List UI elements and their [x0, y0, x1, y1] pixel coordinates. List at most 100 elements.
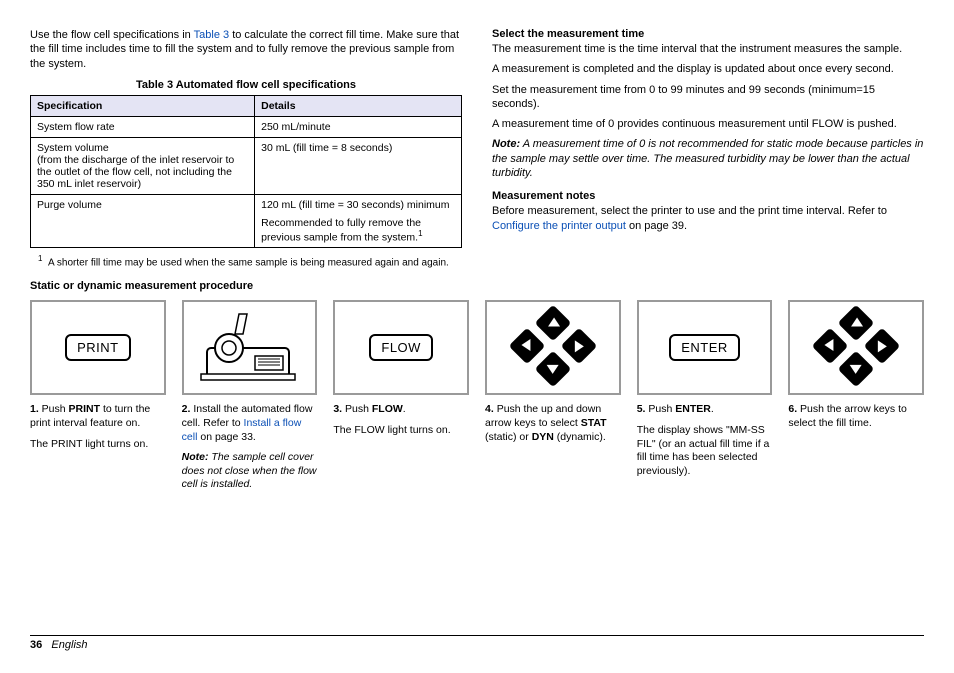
step-3-text-2: The FLOW light turns on. — [333, 424, 469, 438]
body-paragraph: A measurement is completed and the displ… — [492, 62, 924, 76]
body-paragraph: Before measurement, select the printer t… — [492, 204, 924, 233]
step-2-text: 2. Install the automated flow cell. Refe… — [182, 403, 318, 444]
body-paragraph: Set the measurement time from 0 to 99 mi… — [492, 83, 924, 112]
details-line: 120 mL (fill time = 30 seconds) minimum — [261, 199, 455, 211]
t: Push the arrow keys to select the fill t… — [788, 403, 906, 429]
arrow-keys-icon — [811, 308, 901, 388]
spec-cell: System flow rate — [31, 116, 255, 137]
t: (dynamic). — [554, 431, 606, 443]
step-1-text: 1. Push PRINT to turn the print interval… — [30, 403, 166, 430]
text-a: Before measurement, select the printer t… — [492, 205, 887, 217]
page-footer: 36 English — [30, 635, 924, 651]
arrow-up-icon — [838, 304, 875, 341]
t: (static) or — [485, 431, 532, 443]
step-3-text: 3. Push FLOW. — [333, 403, 469, 417]
arrow-left-icon — [508, 327, 545, 364]
procedure-steps-row: PRINT 1. Push PRINT to turn the print in… — [30, 300, 924, 499]
table-header-row: Specification Details — [31, 95, 462, 116]
step-5-text: 5. Push ENTER. — [637, 403, 773, 417]
t: FLOW — [372, 403, 403, 415]
step-4-illustration — [485, 300, 621, 395]
details-text: Recommended to fully remove the previous… — [261, 217, 421, 244]
t: . — [711, 403, 714, 415]
step-number: 4. — [485, 403, 494, 415]
intro-paragraph: Use the flow cell specifications in Tabl… — [30, 28, 462, 71]
two-column-layout: Use the flow cell specifications in Tabl… — [30, 28, 924, 294]
body-paragraph: A measurement time of 0 provides continu… — [492, 117, 924, 131]
arrow-keys-icon — [508, 308, 598, 388]
configure-printer-link[interactable]: Configure the printer output — [492, 220, 626, 232]
step-3: FLOW 3. Push FLOW. The FLOW light turns … — [333, 300, 469, 499]
body-paragraph: The measurement time is the time interva… — [492, 42, 924, 56]
step-5-text-2: The display shows "MM-SS FIL" (or an act… — [637, 424, 773, 479]
t: STAT — [581, 417, 607, 429]
step-1: PRINT 1. Push PRINT to turn the print in… — [30, 300, 166, 499]
t: Push — [342, 403, 372, 415]
arrow-down-icon — [534, 350, 571, 387]
table-row: Purge volume 120 mL (fill time = 30 seco… — [31, 194, 462, 248]
t: Push — [645, 403, 675, 415]
footnote-marker: 1 — [418, 229, 422, 238]
details-cell: 250 mL/minute — [255, 116, 462, 137]
step-2-illustration — [182, 300, 318, 395]
footnote-text: A shorter fill time may be used when the… — [48, 258, 449, 269]
step-2-note: Note: The sample cell cover does not clo… — [182, 451, 318, 492]
flow-button-graphic: FLOW — [369, 334, 433, 361]
arrow-left-icon — [812, 327, 849, 364]
note-body: A measurement time of 0 is not recommend… — [492, 138, 923, 179]
details-line: Recommended to fully remove the previous… — [261, 217, 455, 244]
step-3-illustration: FLOW — [333, 300, 469, 395]
text-b: on page 39. — [626, 220, 687, 232]
t: DYN — [532, 431, 554, 443]
t: ENTER — [675, 403, 711, 415]
table-footnote: 1 A shorter fill time may be used when t… — [48, 254, 462, 270]
flow-cell-device-icon — [195, 308, 305, 388]
spec-cell: System volume (from the discharge of the… — [31, 137, 255, 194]
t: Push — [39, 403, 69, 415]
table-3-title: Table 3 Automated flow cell specificatio… — [30, 79, 462, 91]
th-specification: Specification — [31, 95, 255, 116]
footer-language: English — [51, 639, 87, 651]
step-5: ENTER 5. Push ENTER. The display shows "… — [637, 300, 773, 499]
print-button-graphic: PRINT — [65, 334, 131, 361]
right-column: Select the measurement time The measurem… — [492, 28, 924, 294]
details-cell: 120 mL (fill time = 30 seconds) minimum … — [255, 194, 462, 248]
step-number: 6. — [788, 403, 797, 415]
t: PRINT — [69, 403, 101, 415]
footnote-marker: 1 — [38, 254, 42, 263]
left-column: Use the flow cell specifications in Tabl… — [30, 28, 462, 294]
select-measurement-time-heading: Select the measurement time — [492, 28, 924, 40]
step-6-text: 6. Push the arrow keys to select the fil… — [788, 403, 924, 430]
arrow-right-icon — [864, 327, 901, 364]
arrow-down-icon — [838, 350, 875, 387]
step-1-illustration: PRINT — [30, 300, 166, 395]
step-1-text-2: The PRINT light turns on. — [30, 438, 166, 452]
note-label: Note: — [182, 451, 209, 463]
flow-cell-spec-table: Specification Details System flow rate 2… — [30, 95, 462, 249]
th-details: Details — [255, 95, 462, 116]
table-3-link[interactable]: Table 3 — [194, 29, 229, 41]
step-4: 4. Push the up and down arrow keys to se… — [485, 300, 621, 499]
table-row: System volume (from the discharge of the… — [31, 137, 462, 194]
note-paragraph: Note: A measurement time of 0 is not rec… — [492, 137, 924, 180]
step-2: 2. Install the automated flow cell. Refe… — [182, 300, 318, 499]
t: on page 33. — [197, 431, 255, 443]
intro-text-a: Use the flow cell specifications in — [30, 29, 194, 41]
arrow-up-icon — [534, 304, 571, 341]
procedure-heading: Static or dynamic measurement procedure — [30, 280, 462, 292]
step-5-illustration: ENTER — [637, 300, 773, 395]
step-6-illustration — [788, 300, 924, 395]
step-6: 6. Push the arrow keys to select the fil… — [788, 300, 924, 499]
measurement-notes-heading: Measurement notes — [492, 190, 924, 202]
details-cell: 30 mL (fill time = 8 seconds) — [255, 137, 462, 194]
table-row: System flow rate 250 mL/minute — [31, 116, 462, 137]
spec-cell: Purge volume — [31, 194, 255, 248]
step-number: 3. — [333, 403, 342, 415]
page-number: 36 — [30, 639, 42, 651]
enter-button-graphic: ENTER — [669, 334, 740, 361]
step-4-text: 4. Push the up and down arrow keys to se… — [485, 403, 621, 444]
step-number: 1. — [30, 403, 39, 415]
t: . — [403, 403, 406, 415]
arrow-right-icon — [560, 327, 597, 364]
note-label: Note: — [492, 138, 520, 150]
